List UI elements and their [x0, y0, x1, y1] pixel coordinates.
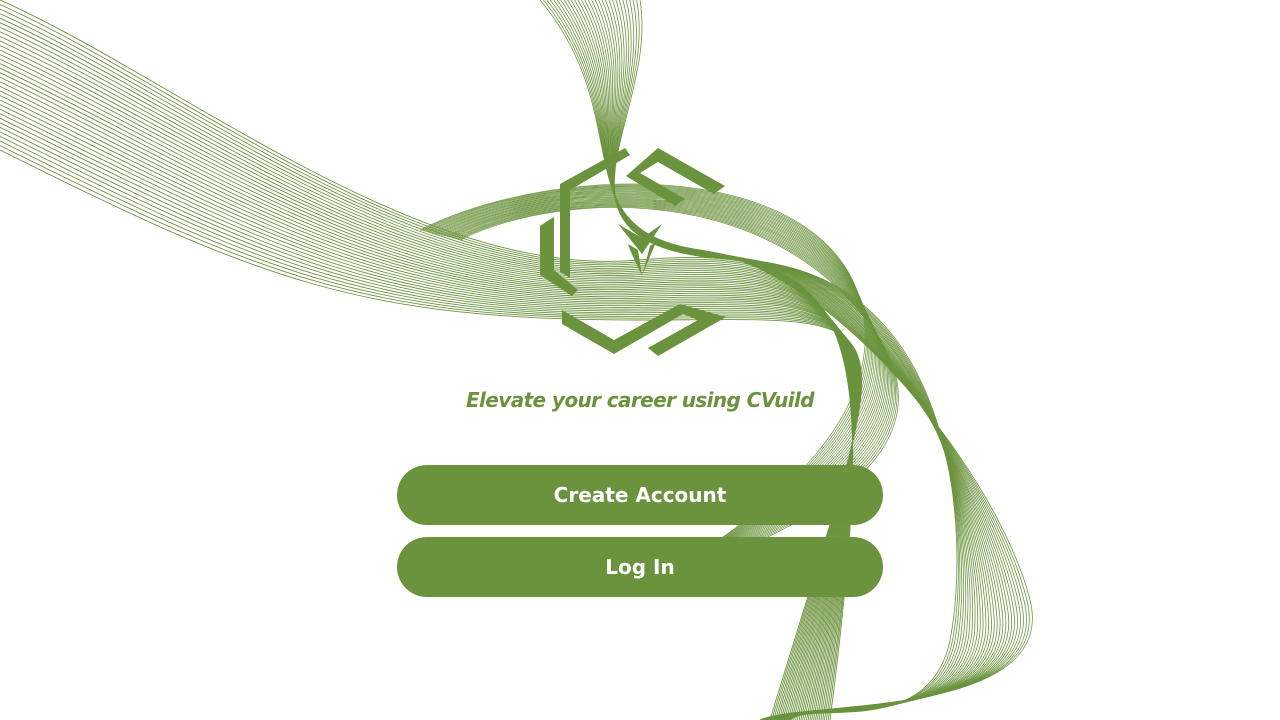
tagline-brand: CVuild: [746, 388, 815, 412]
login-label: Log In: [605, 555, 675, 579]
wave-line: [608, 0, 976, 720]
wave-line: [0, 4, 854, 720]
wave-line: [601, 0, 981, 720]
wave-line: [0, 22, 853, 720]
wave-line: [0, 26, 854, 720]
wave-line: [0, 35, 854, 720]
create-account-label: Create Account: [553, 483, 727, 507]
wave-line: [0, 140, 862, 720]
landing-page: Elevate your career using CVuild Create …: [0, 0, 1280, 720]
login-button[interactable]: Log In: [397, 537, 883, 597]
wave-line: [0, 126, 860, 720]
wave-line: [611, 0, 973, 720]
wave-line: [567, 0, 1010, 720]
wave-line: [591, 0, 990, 720]
wave-line: [570, 0, 1007, 720]
wave-line: [574, 0, 1004, 720]
wave-line: [598, 0, 984, 720]
wave-line: [581, 0, 998, 720]
wave-line: [612, 0, 969, 720]
wave-line: [0, 0, 854, 720]
create-account-button[interactable]: Create Account: [397, 465, 883, 525]
wave-line: [563, 0, 1013, 720]
wave-line: [0, 31, 854, 720]
tagline: Elevate your career using CVuild: [0, 388, 1280, 412]
wave-line: [0, 8, 854, 720]
tagline-prefix: Elevate your career using: [465, 388, 747, 412]
wave-line: [584, 0, 995, 720]
wave-line: [612, 0, 964, 720]
wave-line: [594, 0, 987, 720]
wave-line: [577, 0, 1001, 720]
wave-line: [612, 0, 971, 720]
wave-line: [612, 0, 967, 720]
cvuild-logo-icon: [540, 148, 726, 356]
wave-line: [605, 0, 979, 720]
wave-background-decoration: [0, 0, 1033, 720]
wave-line: [587, 0, 992, 720]
